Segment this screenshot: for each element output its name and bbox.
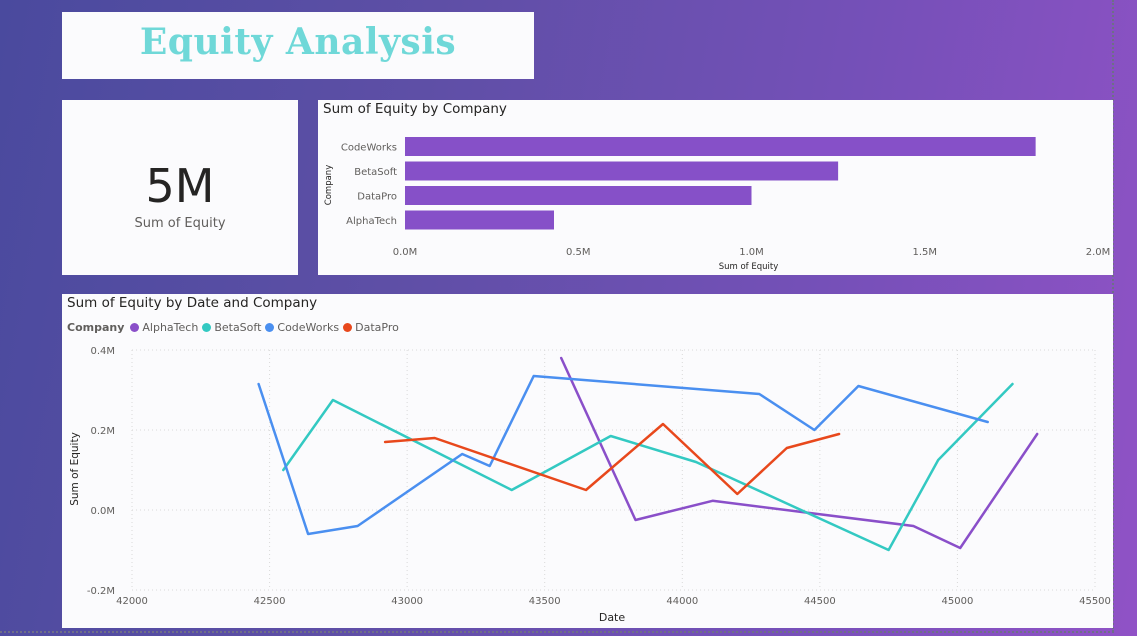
category-label-datapro: DataPro — [357, 192, 397, 203]
y-tick-label: -0.2M — [87, 586, 115, 597]
kpi-card-label: Sum of Equity — [134, 216, 226, 231]
x-axis-title: Date — [599, 611, 626, 624]
bar-chart-svg: CodeWorks BetaSoft DataPro AlphaTech 0.0M 0.5… — [324, 137, 1111, 272]
kpi-card-value: 5M — [145, 159, 215, 213]
x-tick-label: 2.0M — [1086, 247, 1111, 258]
x-tick-label: 42000 — [116, 596, 148, 607]
bar-codeworks — [405, 137, 1036, 156]
bar-chart-title: Sum of Equity by Company — [323, 101, 507, 117]
line-chart-visual[interactable]: Sum of Equity by Date and Company Compan… — [62, 294, 1113, 628]
category-label-alphatech: AlphaTech — [346, 216, 397, 227]
y-tick-label: 0.2M — [90, 426, 115, 437]
category-label-betasoft: BetaSoft — [354, 167, 397, 178]
y-tick-label: 0.4M — [90, 346, 115, 357]
bar-alphatech — [405, 210, 554, 230]
x-tick-label: 0.5M — [566, 247, 591, 258]
y-tick-label: 0.0M — [90, 506, 115, 517]
y-axis-title: Company — [324, 165, 334, 205]
series-line-alphatech — [559, 356, 1039, 550]
legend-item-alphatech[interactable]: AlphaTech — [130, 321, 198, 334]
legend-marker-codeworks — [265, 323, 275, 332]
legend-label: CodeWorks — [277, 321, 340, 334]
legend-item-datapro[interactable]: DataPro — [343, 321, 399, 334]
x-tick-label: 1.0M — [739, 247, 764, 258]
x-tick-label: 44000 — [666, 596, 698, 607]
x-tick-label: 1.5M — [912, 247, 937, 258]
category-label-codeworks: CodeWorks — [341, 143, 397, 154]
x-tick-label: 43000 — [391, 596, 423, 607]
series-line-codeworks — [257, 374, 989, 536]
legend-item-betasoft[interactable]: BetaSoft — [202, 321, 261, 334]
bar-betasoft — [405, 161, 839, 181]
legend-label: BetaSoft — [214, 321, 262, 334]
x-tick-label: 45500 — [1079, 596, 1111, 607]
line-chart-title: Sum of Equity by Date and Company — [67, 295, 318, 311]
x-tick-label: 0.0M — [393, 247, 418, 258]
x-tick-label: 42500 — [254, 596, 286, 607]
x-tick-label: 43500 — [529, 596, 561, 607]
line-chart-legend[interactable]: Company AlphaTech BetaSoft CodeWorks DataPr… — [67, 321, 403, 334]
page-title: Equity Analysis — [139, 21, 457, 63]
y-axis-title: Sum of Equity — [69, 432, 81, 506]
bar-chart-visual[interactable]: Sum of Equity by Company CodeWorks BetaSo… — [318, 100, 1113, 275]
legend-title: Company — [67, 321, 125, 334]
canvas-border-bottom — [0, 631, 1114, 633]
line-chart-svg: -0.2M 0.0M 0.2M 0.4M 42000 42500 43000 43500 440… — [69, 346, 1111, 624]
series-line-betasoft — [282, 382, 1014, 552]
kpi-card[interactable]: 5M Sum of Equity — [62, 100, 298, 275]
legend-item-codeworks[interactable]: CodeWorks — [265, 321, 339, 334]
bar-datapro — [405, 186, 752, 205]
legend-label: DataPro — [355, 321, 399, 334]
title-panel: Equity Analysis — [62, 12, 534, 79]
legend-marker-datapro — [343, 323, 353, 332]
x-axis-title: Sum of Equity — [719, 262, 779, 272]
x-tick-label: 45000 — [942, 596, 974, 607]
legend-marker-alphatech — [130, 323, 140, 332]
x-tick-label: 44500 — [804, 596, 836, 607]
legend-label: AlphaTech — [142, 321, 199, 334]
legend-marker-betasoft — [202, 323, 212, 332]
